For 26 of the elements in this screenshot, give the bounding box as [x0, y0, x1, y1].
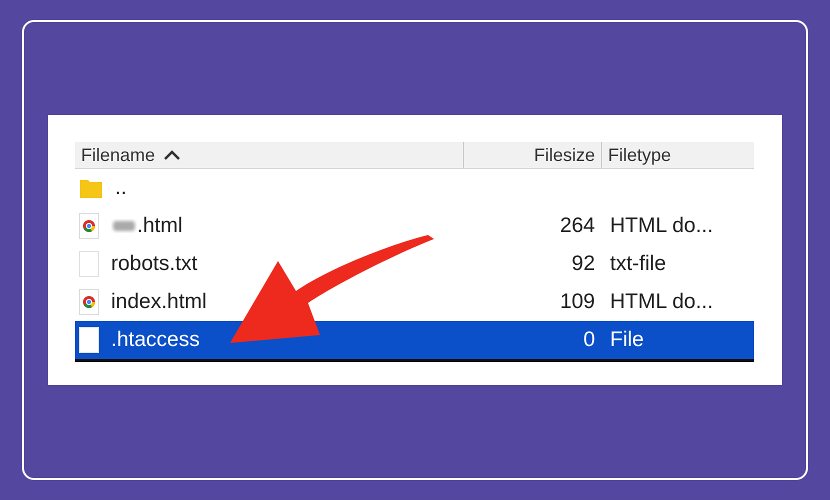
document-icon — [79, 213, 99, 239]
file-size: 109 — [560, 290, 596, 314]
file-size: 0 — [583, 328, 596, 352]
file-name: index.html — [111, 290, 207, 314]
document-icon — [79, 327, 99, 353]
file-name: .html — [137, 214, 183, 238]
file-name: .htaccess — [111, 328, 200, 352]
file-type: HTML do... — [609, 290, 714, 314]
file-type: File — [609, 328, 645, 352]
folder-icon — [79, 177, 103, 199]
file-type: HTML do... — [609, 214, 714, 238]
file-row[interactable]: index.html 109 HTML do... — [75, 283, 754, 321]
file-type: txt-file — [609, 252, 668, 276]
column-header[interactable]: Filename — [81, 144, 156, 166]
column-header[interactable]: Filetype — [608, 144, 672, 166]
file-row[interactable]: .html 264 HTML do... — [75, 207, 754, 245]
file-size: 92 — [572, 252, 596, 276]
document-icon — [79, 251, 99, 277]
column-header[interactable]: Filesize — [534, 144, 595, 166]
file-name: robots.txt — [111, 252, 198, 276]
document-icon — [79, 289, 99, 315]
file-row[interactable]: .. — [75, 169, 754, 207]
file-name: .. — [115, 176, 127, 200]
file-row[interactable]: robots.txt 92 txt-file — [75, 245, 754, 283]
file-row[interactable]: .htaccess 0 File — [75, 321, 754, 362]
file-size: 264 — [560, 214, 596, 238]
